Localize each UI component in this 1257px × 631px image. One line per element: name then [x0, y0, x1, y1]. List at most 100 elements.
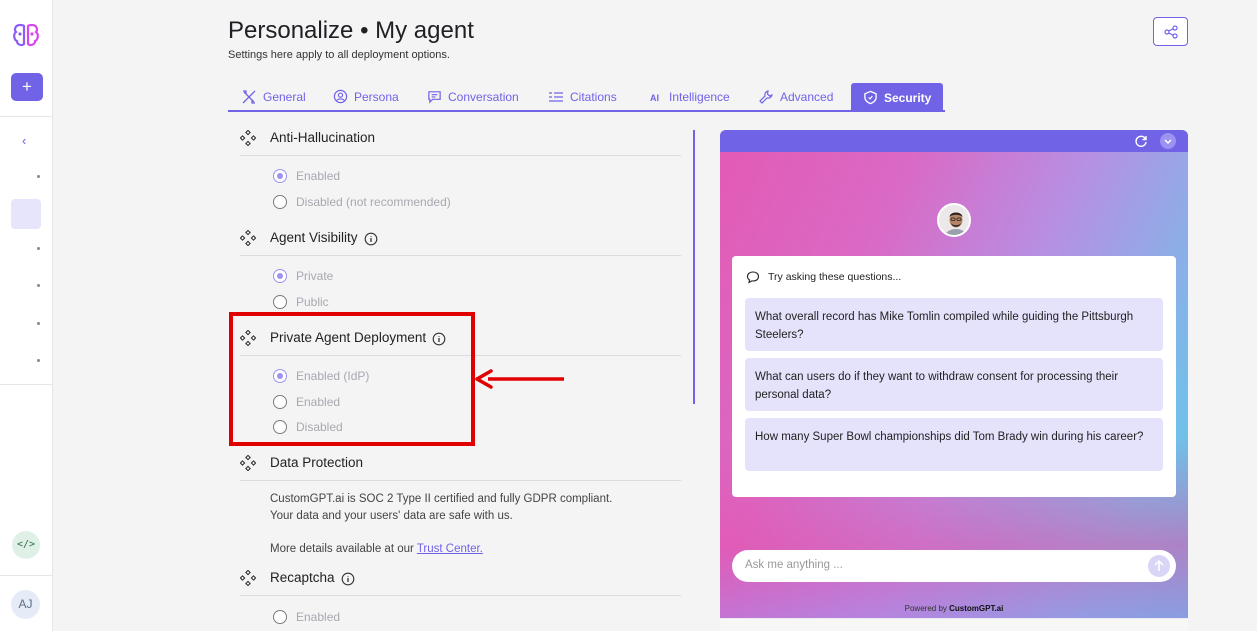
radio-button[interactable]: [273, 295, 287, 309]
drag-handle-icon[interactable]: [240, 455, 256, 471]
preview-footer-strip: [720, 618, 1188, 631]
suggested-questions-title: Try asking these questions...: [768, 271, 902, 283]
drag-handle-icon[interactable]: [240, 570, 256, 586]
sidebar-item-dot[interactable]: [37, 284, 40, 287]
sidebar-item-dot[interactable]: [37, 322, 40, 325]
powered-by-brand[interactable]: CustomGPT.ai: [949, 604, 1003, 613]
powered-by-prefix: Powered by: [904, 604, 950, 613]
tab-label: Security: [884, 90, 932, 105]
radio-button[interactable]: [273, 195, 287, 209]
drag-handle-icon[interactable]: [240, 230, 256, 246]
preview-toolbar: [720, 130, 1188, 152]
page-title: Personalize • My agent: [228, 17, 474, 44]
annotation-arrow-icon: [475, 369, 564, 389]
suggested-question[interactable]: What overall record has Mike Tomlin comp…: [745, 298, 1163, 351]
annotation-highlight-box: [229, 312, 475, 446]
arrow-up-icon: [1154, 559, 1164, 571]
sidebar-divider: [0, 116, 52, 117]
data-protection-line: CustomGPT.ai is SOC 2 Type II certified …: [270, 493, 613, 505]
option-label: Enabled: [296, 169, 341, 183]
tab-label: Persona: [354, 89, 399, 104]
collapse-chevron-icon[interactable]: ‹: [22, 133, 26, 148]
sidebar-item-dot[interactable]: [37, 359, 40, 362]
sidebar-item-dot[interactable]: [37, 247, 40, 250]
chevron-down-icon[interactable]: [1160, 133, 1176, 149]
user-avatar[interactable]: AJ: [11, 590, 40, 619]
section-recaptcha: Recaptcha: [240, 570, 681, 596]
option-label: Private: [296, 269, 334, 283]
powered-by: Powered by CustomGPT.ai: [720, 604, 1188, 613]
share-button[interactable]: [1153, 17, 1188, 46]
ai-icon: AI: [650, 93, 659, 103]
trust-center-text: More details available at our Trust Cent…: [270, 541, 670, 558]
drag-handle-icon[interactable]: [240, 130, 256, 146]
settings-tabs: General Persona Conversation Citations A…: [228, 83, 945, 112]
settings-scrollbar[interactable]: [693, 130, 695, 404]
section-title: Anti-Hallucination: [270, 130, 376, 145]
quote-icon: [549, 91, 563, 102]
chat-input-placeholder: Ask me anything ...: [745, 559, 843, 571]
wrench-icon: [759, 89, 773, 104]
sidebar-divider: [0, 384, 52, 385]
data-protection-line: Your data and your users' data are safe …: [270, 510, 513, 522]
trust-center-prefix: More details available at our: [270, 543, 417, 555]
tab-persona[interactable]: Persona: [333, 83, 399, 110]
share-icon: [1164, 25, 1178, 39]
tab-label: Intelligence: [669, 89, 730, 104]
section-title: Agent Visibility: [270, 230, 358, 245]
data-protection-text: CustomGPT.ai is SOC 2 Type II certified …: [270, 491, 670, 525]
suggested-question[interactable]: What can users do if they want to withdr…: [745, 358, 1163, 411]
agent-avatar: [937, 203, 971, 237]
page-subtitle: Settings here apply to all deployment op…: [228, 49, 450, 61]
tab-citations[interactable]: Citations: [548, 83, 617, 110]
radio-button[interactable]: [273, 269, 287, 283]
section-title: Recaptcha: [270, 570, 335, 585]
add-agent-button[interactable]: +: [11, 73, 43, 101]
chat-icon: [428, 91, 441, 104]
chat-input[interactable]: Ask me anything ...: [732, 550, 1176, 582]
tab-security[interactable]: Security: [851, 83, 944, 112]
tab-label: Citations: [570, 89, 617, 104]
tab-intelligence[interactable]: AI Intelligence: [649, 83, 730, 110]
sidebar-divider: [0, 575, 52, 576]
section-title: Data Protection: [270, 455, 364, 470]
section-anti-hallucination: Anti-Hallucination: [240, 130, 681, 156]
tab-label: General: [263, 89, 306, 104]
send-button[interactable]: [1148, 555, 1170, 577]
shield-icon: [864, 90, 877, 105]
radio-option[interactable]: Private: [273, 269, 333, 283]
suggested-questions-header: Try asking these questions...: [746, 270, 901, 284]
tab-advanced[interactable]: Advanced: [758, 83, 833, 110]
section-data-protection: Data Protection: [240, 455, 681, 481]
option-label: Disabled (not recommended): [296, 195, 451, 209]
tab-label: Conversation: [448, 89, 519, 104]
suggested-questions-card: Try asking these questions... What overa…: [732, 256, 1176, 497]
option-label: Enabled: [296, 610, 341, 624]
chat-preview: Try asking these questions... What overa…: [720, 130, 1188, 618]
info-icon[interactable]: [341, 572, 355, 586]
radio-option[interactable]: Enabled: [273, 610, 340, 624]
radio-button[interactable]: [273, 169, 287, 183]
radio-option[interactable]: Disabled (not recommended): [273, 195, 451, 209]
option-label: Public: [296, 295, 329, 309]
section-agent-visibility: Agent Visibility: [240, 230, 681, 256]
chat-bubble-icon: [746, 271, 760, 284]
radio-button[interactable]: [273, 610, 287, 624]
suggested-question[interactable]: How many Super Bowl championships did To…: [745, 418, 1163, 471]
brain-logo-icon[interactable]: [12, 22, 40, 48]
svg-text:AI: AI: [650, 93, 659, 103]
sidebar: + ‹ </> AJ: [0, 0, 53, 631]
trust-center-link[interactable]: Trust Center.: [417, 543, 483, 555]
sidebar-item-dot[interactable]: [37, 175, 40, 178]
radio-option[interactable]: Enabled: [273, 169, 340, 183]
radio-option[interactable]: Public: [273, 295, 329, 309]
tab-general[interactable]: General: [241, 83, 306, 110]
sidebar-item-active[interactable]: [11, 199, 41, 229]
refresh-icon[interactable]: [1134, 134, 1148, 148]
embed-code-button[interactable]: </>: [12, 531, 40, 559]
user-circle-icon: [333, 89, 348, 104]
tab-label: Advanced: [780, 89, 834, 104]
tab-conversation[interactable]: Conversation: [427, 83, 519, 110]
tools-icon: [242, 89, 256, 104]
info-icon[interactable]: [364, 232, 378, 246]
